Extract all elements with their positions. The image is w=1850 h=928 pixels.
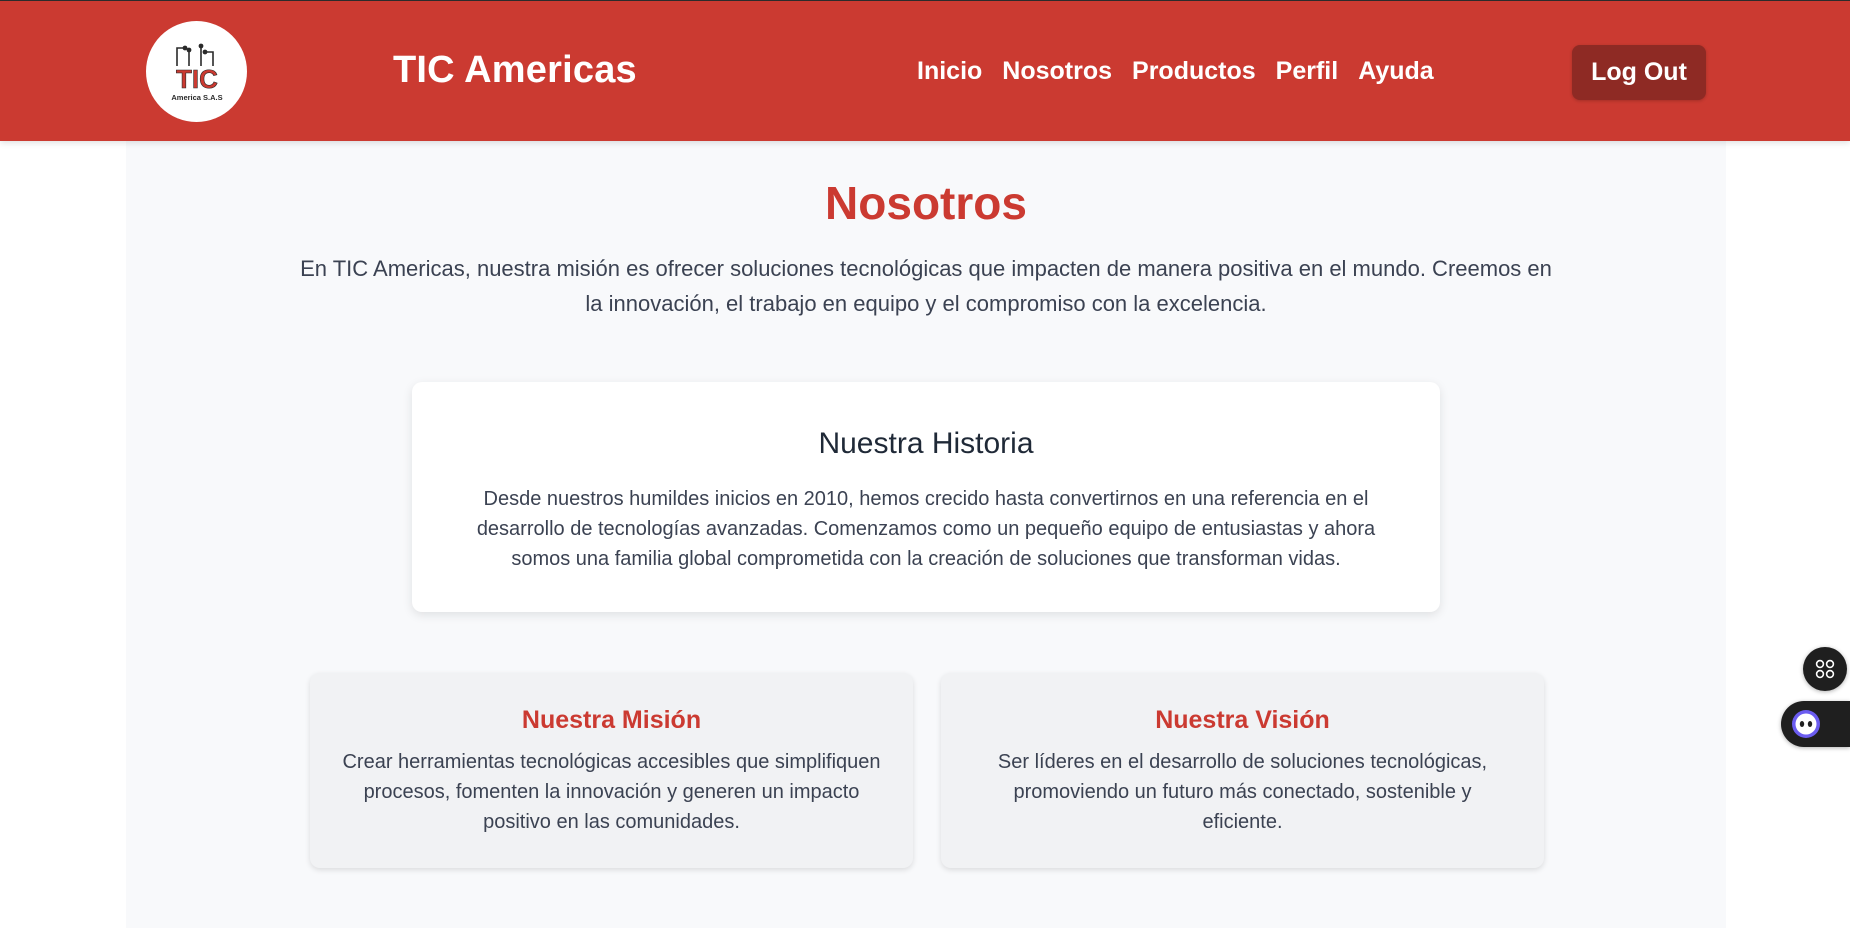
floating-assistant-button[interactable] [1781,701,1850,747]
svg-text:TIC: TIC [176,64,218,94]
top-navbar: TIC America S.A.S TIC Americas Inicio No… [0,0,1850,141]
grid-icon [1815,659,1835,679]
mission-text: Crear herramientas tecnológicas accesibl… [342,751,881,833]
nav-item-inicio[interactable]: Inicio [917,57,982,86]
company-logo[interactable]: TIC America S.A.S [146,21,247,122]
svg-text:America S.A.S: America S.A.S [171,93,222,102]
history-card: Nuestra Historia Desde nuestros humildes… [412,382,1440,612]
brand-name: TIC Americas [393,49,637,91]
nav-item-nosotros[interactable]: Nosotros [1002,57,1112,86]
vision-text: Ser líderes en el desarrollo de solucion… [997,751,1488,833]
vision-title: Nuestra Visión [1155,706,1330,734]
mission-title: Nuestra Misión [521,706,702,734]
vision-card: Nuestra Visión Ser líderes en el desarro… [941,673,1544,868]
intro-text: En TIC Americas, nuestra misión es ofrec… [300,256,1552,316]
mission-card: Nuestra Misión Crear herramientas tecnol… [310,673,913,868]
page-title: Nosotros [825,177,1027,229]
nav-item-ayuda[interactable]: Ayuda [1358,57,1433,86]
about-section: Nosotros En TIC Americas, nuestra misión… [126,141,1726,928]
floating-grid-button[interactable] [1803,647,1847,691]
logout-button[interactable]: Log Out [1572,45,1706,100]
history-title: Nuestra Historia [818,427,1034,460]
tic-logo-icon: TIC America S.A.S [171,43,222,102]
bot-face-icon [1792,710,1820,738]
nav-item-productos[interactable]: Productos [1132,57,1256,86]
main-nav: Inicio Nosotros Productos Perfil Ayuda [917,57,1434,86]
history-text: Desde nuestros humildes inicios en 2010,… [476,488,1376,570]
nav-item-perfil[interactable]: Perfil [1276,57,1339,86]
